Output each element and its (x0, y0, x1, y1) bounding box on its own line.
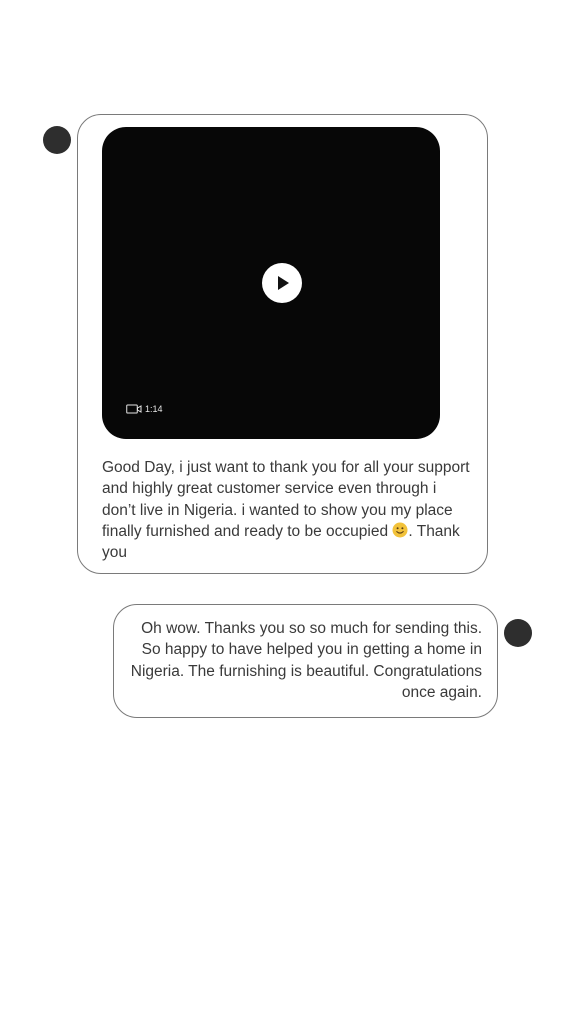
own-avatar[interactable] (504, 619, 532, 647)
video-meta: 1:14 (126, 403, 163, 415)
play-icon (278, 276, 289, 290)
video-duration: 1:14 (145, 404, 163, 414)
video-camera-icon (126, 404, 142, 414)
outgoing-message-bubble: Oh wow. Thanks you so so much for sendin… (113, 604, 498, 718)
outgoing-message-text: Oh wow. Thanks you so so much for sendin… (130, 620, 482, 701)
incoming-message-bubble: 1:14 Good Day, i just want to thank you … (77, 114, 488, 574)
video-attachment[interactable]: 1:14 (102, 127, 440, 439)
sender-avatar[interactable] (43, 126, 71, 154)
incoming-message-text: Good Day, i just want to thank you for a… (102, 457, 472, 563)
play-button[interactable] (262, 263, 302, 303)
slightly-smiling-face-icon (392, 522, 408, 538)
